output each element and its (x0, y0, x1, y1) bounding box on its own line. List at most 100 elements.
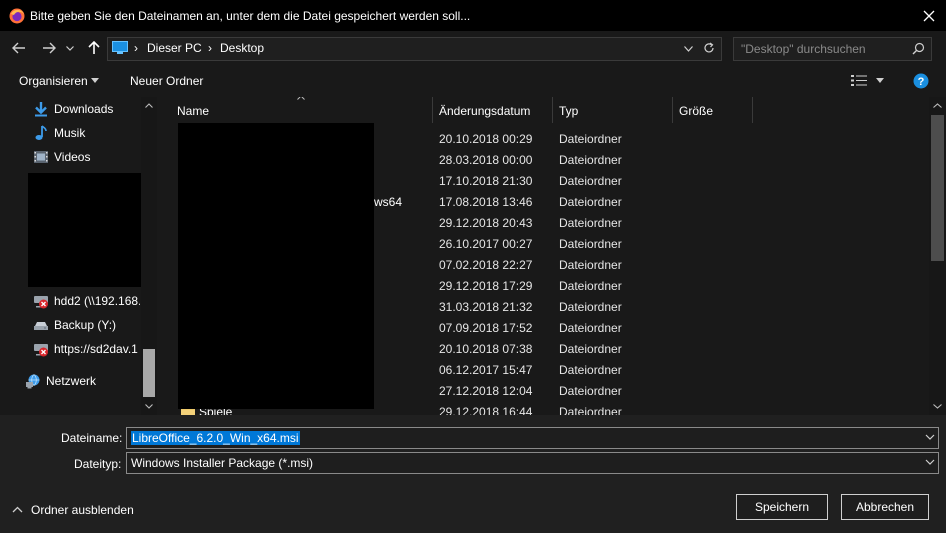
file-type: Dateiordner (559, 279, 622, 293)
new-folder-button[interactable]: Neuer Ordner (130, 74, 203, 88)
chevron-up-icon[interactable] (145, 103, 153, 108)
file-date: 29.12.2018 17:29 (439, 279, 533, 293)
nav-item-label: https://sd2dav.1 (54, 342, 138, 356)
redacted-area (178, 123, 374, 409)
close-button[interactable] (912, 2, 946, 30)
up-button[interactable] (83, 37, 105, 59)
filename-selected-text: LibreOffice_6.2.0_Win_x64.msi (131, 431, 300, 445)
sort-ascending-icon (297, 97, 305, 100)
chevron-up-icon[interactable] (933, 103, 942, 108)
file-type: Dateiordner (559, 321, 622, 335)
file-date: 31.03.2018 21:32 (439, 300, 533, 314)
nav-item-label: Downloads (54, 102, 114, 116)
chevron-down-icon[interactable] (684, 46, 693, 52)
file-date: 07.09.2018 17:52 (439, 321, 533, 335)
file-type: Dateiordner (559, 237, 622, 251)
file-list-scrollbar-thumb[interactable] (931, 115, 944, 261)
file-list: Name Änderungsdatum Typ Größe 20.10.2018… (157, 97, 929, 415)
nav-item-hdd2[interactable]: hdd2 (\\192.168. (0, 290, 140, 312)
svg-text:?: ? (918, 76, 925, 88)
file-type: Dateiordner (559, 300, 622, 314)
nav-item-label: hdd2 (\\192.168. (54, 294, 140, 308)
close-icon (923, 10, 935, 22)
search-icon (912, 42, 925, 55)
column-header-label: Name (177, 104, 210, 118)
address-bar[interactable]: › Dieser PC › Desktop (107, 37, 722, 61)
title-bar: Bitte geben Sie den Dateinamen an, unter… (0, 0, 946, 31)
chevron-down-icon[interactable] (91, 78, 99, 83)
file-date: 07.02.2018 22:27 (439, 258, 533, 272)
network-drive-disconnected-icon (34, 296, 48, 309)
arrow-left-icon (12, 42, 25, 54)
file-type: Dateiordner (559, 342, 622, 356)
file-date: 29.12.2018 16:44 (439, 405, 533, 415)
column-header-type[interactable]: Typ (553, 97, 673, 123)
desktop-icon (112, 41, 128, 54)
filetype-value: Windows Installer Package (*.msi) (131, 456, 314, 470)
cancel-button[interactable]: Abbrechen (841, 494, 929, 520)
nav-item-label: Backup (Y:) (54, 318, 117, 332)
back-button[interactable] (8, 37, 30, 59)
file-type: Dateiordner (559, 132, 622, 146)
breadcrumb-separator: › (208, 41, 212, 55)
chevron-down-icon[interactable] (145, 404, 153, 409)
nav-scrollbar-thumb[interactable] (143, 349, 155, 397)
nav-item-downloads[interactable]: Downloads (0, 98, 140, 120)
nav-item-backup[interactable]: Backup (Y:) (0, 314, 140, 336)
filename-value: LibreOffice_6.2.0_Win_x64.msi (131, 431, 300, 445)
nav-item-netzwerk[interactable]: Netzwerk (0, 370, 132, 392)
filename-field[interactable]: LibreOffice_6.2.0_Win_x64.msi (126, 427, 939, 449)
arrow-right-icon (43, 42, 56, 54)
file-type: Dateiordner (559, 258, 622, 272)
column-header-name[interactable]: Name (171, 97, 433, 123)
chevron-down-icon (66, 45, 74, 51)
chevron-up-icon (12, 506, 23, 513)
film-icon (34, 151, 48, 163)
nav-item-label: Videos (54, 150, 91, 164)
file-type: Dateiordner (559, 216, 622, 230)
file-date: 06.12.2017 15:47 (439, 363, 533, 377)
file-type: Dateiordner (559, 153, 622, 167)
file-type: Dateiordner (559, 174, 622, 188)
chevron-down-icon[interactable] (933, 404, 942, 409)
chevron-down-icon[interactable] (924, 456, 936, 468)
refresh-icon[interactable] (703, 42, 715, 54)
column-header-size[interactable]: Größe (673, 97, 753, 123)
recent-locations-button[interactable] (63, 37, 77, 59)
file-name-fragment: ws64 (374, 195, 403, 209)
save-button[interactable]: Speichern (736, 494, 828, 520)
window-title: Bitte geben Sie den Dateinamen an, unter… (30, 9, 471, 23)
filetype-select[interactable]: Windows Installer Package (*.msi) (126, 452, 939, 474)
filetype-label: Dateityp: (74, 457, 122, 471)
file-date: 20.10.2018 07:38 (439, 342, 533, 356)
column-header-date[interactable]: Änderungsdatum (433, 97, 553, 123)
chevron-down-icon[interactable] (924, 431, 936, 443)
help-icon[interactable]: ? (913, 73, 929, 89)
nav-item-videos[interactable]: Videos (0, 146, 140, 168)
nav-item-label: Netzwerk (46, 374, 97, 388)
file-date: 26.10.2017 00:27 (439, 237, 533, 251)
network-icon (26, 374, 40, 389)
breadcrumb-dieser-pc[interactable]: Dieser PC (147, 41, 202, 55)
file-date: 17.08.2018 13:46 (439, 195, 533, 209)
forward-button[interactable] (38, 37, 60, 59)
search-input[interactable]: "Desktop" durchsuchen (733, 37, 932, 61)
breadcrumb-separator: › (134, 41, 138, 55)
drive-icon (34, 322, 48, 330)
chevron-down-icon[interactable] (876, 78, 884, 83)
firefox-icon (9, 8, 25, 24)
breadcrumb-desktop[interactable]: Desktop (220, 41, 264, 55)
download-arrow-icon (35, 102, 47, 117)
nav-item-musik[interactable]: Musik (0, 122, 140, 144)
arrow-up-icon (88, 41, 100, 54)
view-details-icon[interactable] (851, 74, 867, 87)
nav-item-webdav[interactable]: https://sd2dav.1 (0, 338, 140, 360)
save-file-dialog: Bitte geben Sie den Dateinamen an, unter… (0, 0, 946, 533)
column-header-label: Typ (559, 104, 579, 118)
search-placeholder: "Desktop" durchsuchen (741, 42, 866, 56)
organize-button[interactable]: Organisieren (19, 74, 88, 88)
filename-label: Dateiname: (61, 431, 123, 445)
file-date: 27.12.2018 12:04 (439, 384, 533, 398)
file-type: Dateiordner (559, 363, 622, 377)
file-date: 20.10.2018 00:29 (439, 132, 533, 146)
